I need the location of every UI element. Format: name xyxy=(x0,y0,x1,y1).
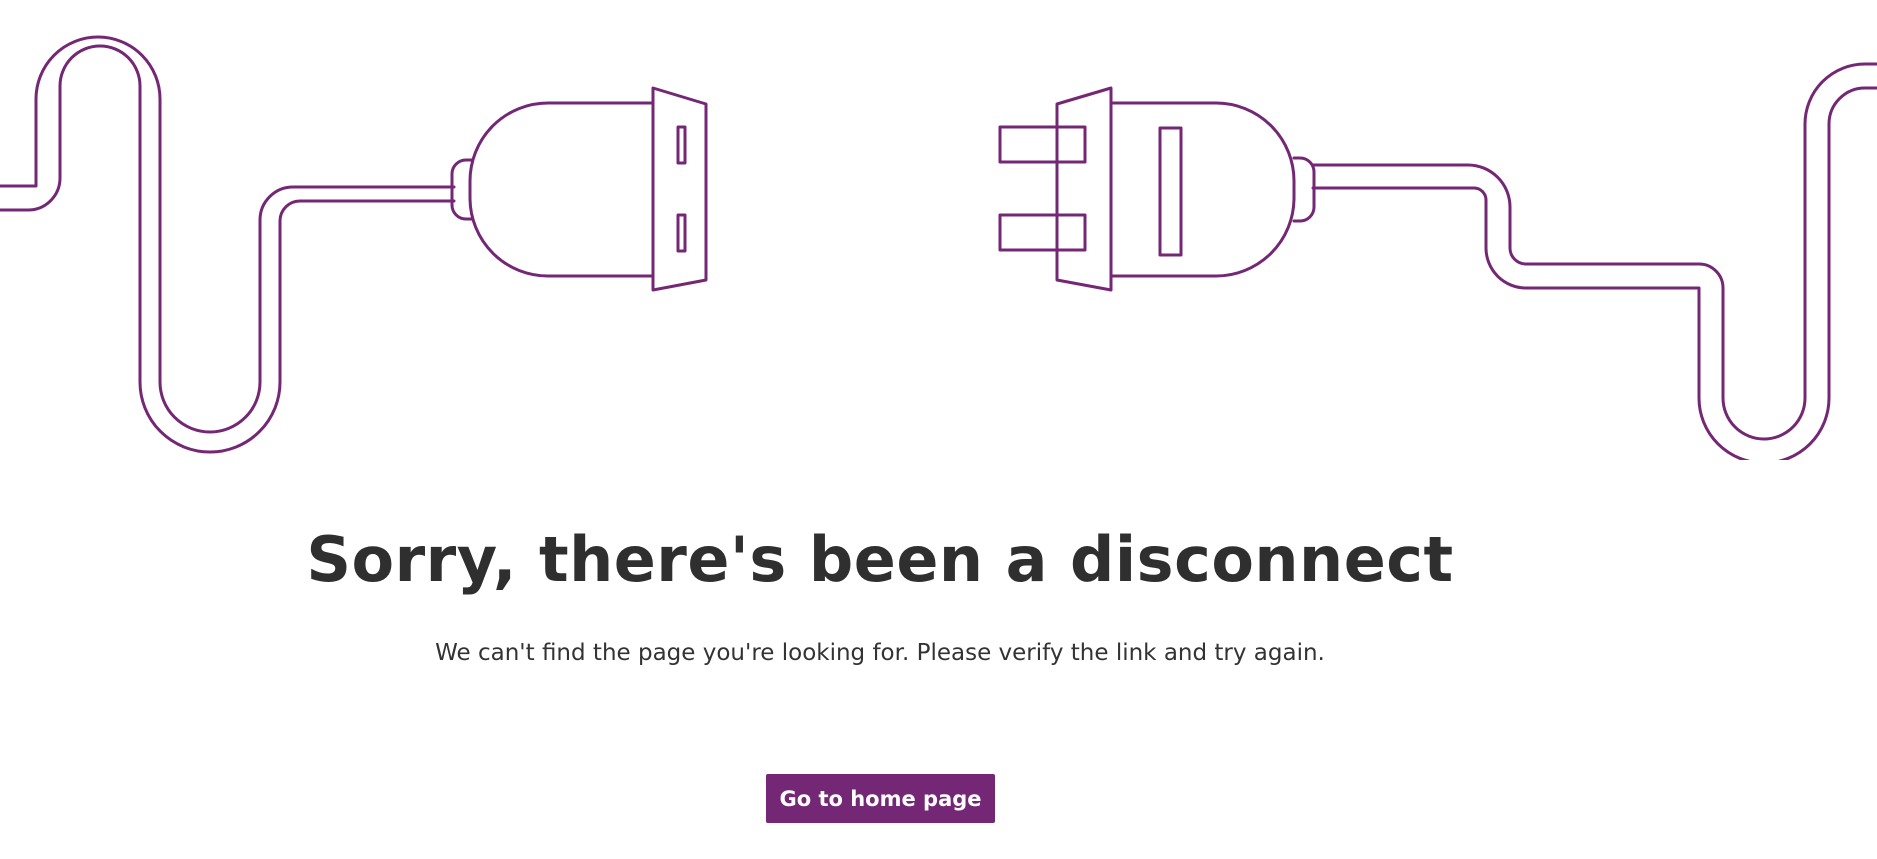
left-plug-body-icon xyxy=(468,101,655,278)
left-cable-icon xyxy=(0,35,456,434)
unplugged-cable-illustration xyxy=(0,35,1877,460)
right-cable-icon xyxy=(1311,62,1877,441)
right-plug-prong-bottom-icon xyxy=(998,213,1087,252)
left-plug-face-icon xyxy=(651,86,708,292)
right-plug-body-icon xyxy=(1109,101,1296,278)
page-title: Sorry, there's been a disconnect xyxy=(306,523,1454,596)
right-plug-collar-icon xyxy=(1292,156,1316,223)
error-content: Sorry, there's been a disconnect We can'… xyxy=(0,515,1760,673)
right-plug-face-icon xyxy=(1055,86,1113,292)
go-to-home-page-button[interactable]: Go to home page xyxy=(766,774,995,823)
right-plug-slot-icon xyxy=(1158,126,1183,257)
right-cable-inner-icon xyxy=(1311,86,1877,460)
left-plug-slot-top-icon xyxy=(676,125,687,165)
left-plug-slot-bottom-icon xyxy=(676,213,687,253)
error-message: We can't find the page you're looking fo… xyxy=(435,640,1325,666)
left-cable-inner-icon xyxy=(0,44,456,454)
right-plug-prong-top-icon xyxy=(998,125,1087,164)
